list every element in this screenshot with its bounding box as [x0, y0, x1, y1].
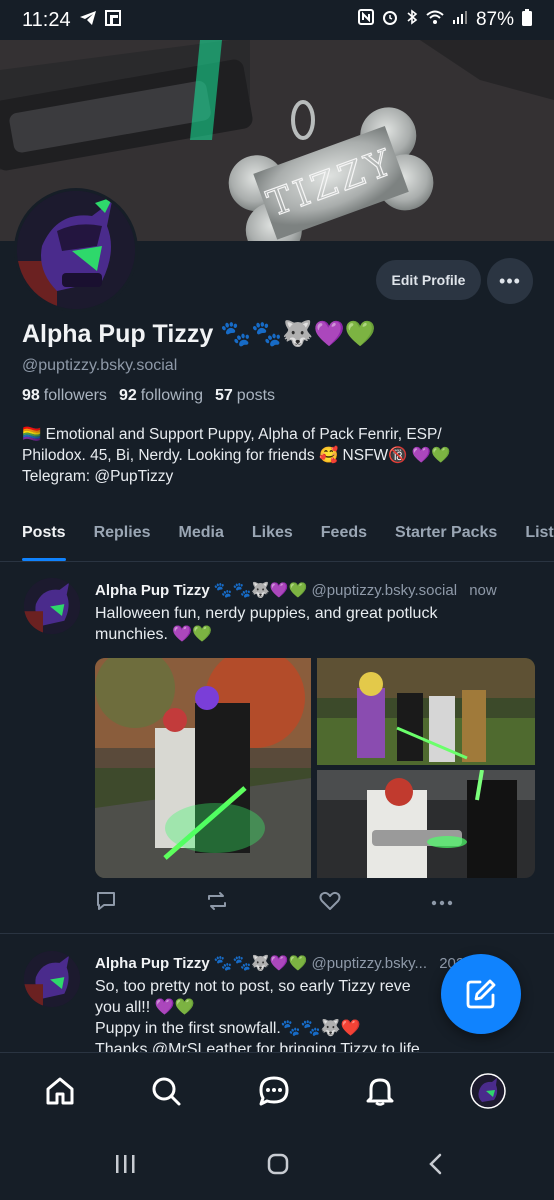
- bio-line[interactable]: Telegram: @PupTizzy: [22, 466, 542, 487]
- followers-stat[interactable]: 98 followers: [22, 387, 107, 405]
- profile-avatar[interactable]: [468, 1071, 508, 1111]
- signal-icon: [452, 9, 468, 31]
- post-image[interactable]: [317, 770, 535, 878]
- tab-replies[interactable]: Replies: [94, 510, 151, 561]
- home-button-icon[interactable]: [266, 1152, 290, 1181]
- back-icon[interactable]: [424, 1152, 448, 1181]
- post-time: now: [469, 582, 497, 599]
- more-icon[interactable]: [430, 892, 454, 919]
- post-actions: [95, 890, 455, 920]
- post-header: Alpha Pup Tizzy 🐾🐾🐺💜💚 @puptizzy.bsky.soc…: [95, 581, 497, 599]
- repost-icon[interactable]: [205, 890, 229, 917]
- profile-display-name: Alpha Pup Tizzy 🐾🐾🐺💜💚: [22, 320, 376, 348]
- compose-post-button[interactable]: [441, 954, 521, 1034]
- bluetooth-icon: [406, 9, 418, 31]
- profile-handle: @puptizzy.bsky.social: [22, 357, 178, 374]
- tab-lists[interactable]: Lists: [525, 510, 554, 561]
- post-header: Alpha Pup Tizzy 🐾🐾🐺💜💚 @puptizzy.bsky... …: [95, 954, 473, 972]
- flipboard-icon: [104, 10, 121, 30]
- bio-line: Philodox. 45, Bi, Nerdy. Looking for fri…: [22, 447, 451, 464]
- bell-icon[interactable]: [360, 1071, 400, 1111]
- post-image[interactable]: [95, 658, 311, 878]
- battery-icon: [522, 8, 532, 32]
- tab-starter-packs[interactable]: Starter Packs: [395, 510, 497, 561]
- post-author-avatar[interactable]: [24, 951, 80, 1007]
- system-nav-bar: [0, 1128, 554, 1200]
- search-icon[interactable]: [146, 1071, 186, 1111]
- bio-line: 🏳️‍🌈 Emotional and Support Puppy, Alpha …: [22, 426, 442, 443]
- profile-avatar[interactable]: [14, 188, 138, 312]
- like-icon[interactable]: [318, 890, 342, 917]
- tab-media[interactable]: Media: [179, 510, 224, 561]
- tab-posts[interactable]: Posts: [22, 510, 66, 561]
- post-author-handle[interactable]: @puptizzy.bsky...: [311, 955, 427, 972]
- compose-icon: [466, 979, 496, 1009]
- bottom-nav: [0, 1052, 554, 1128]
- chat-icon[interactable]: [254, 1071, 294, 1111]
- tab-likes[interactable]: Likes: [252, 510, 293, 561]
- status-bar: 11:24 87%: [0, 0, 554, 40]
- following-stat[interactable]: 92 following: [119, 387, 203, 405]
- reply-icon[interactable]: [95, 890, 117, 917]
- post-author-name[interactable]: Alpha Pup Tizzy 🐾🐾🐺💜💚: [95, 582, 307, 599]
- edit-profile-button[interactable]: Edit Profile: [376, 260, 481, 300]
- post-text: Halloween fun, nerdy puppies, and great …: [95, 605, 438, 643]
- posts-stat: 57 posts: [215, 387, 276, 404]
- post-author-avatar[interactable]: [24, 578, 80, 634]
- profile-bio: 🏳️‍🌈 Emotional and Support Puppy, Alpha …: [22, 424, 542, 487]
- telegram-icon: [79, 10, 97, 30]
- recent-apps-icon[interactable]: [113, 1152, 137, 1181]
- tab-feeds[interactable]: Feeds: [321, 510, 367, 561]
- battery-percent: 87%: [475, 9, 514, 30]
- post-image-grid: [95, 658, 535, 878]
- wifi-icon: [426, 9, 444, 31]
- profile-tabs: Posts Replies Media Likes Feeds Starter …: [0, 510, 554, 562]
- more-options-button[interactable]: •••: [487, 258, 533, 304]
- status-time: 11:24: [22, 8, 71, 31]
- home-icon[interactable]: [40, 1071, 80, 1111]
- post-image[interactable]: [317, 658, 535, 765]
- post-author-name[interactable]: Alpha Pup Tizzy 🐾🐾🐺💜💚: [95, 955, 307, 972]
- alarm-icon: [382, 9, 398, 31]
- post-author-handle[interactable]: @puptizzy.bsky.social: [311, 582, 457, 599]
- nfc-icon: [357, 9, 374, 31]
- profile-stats: 98 followers 92 following 57 posts: [22, 387, 275, 405]
